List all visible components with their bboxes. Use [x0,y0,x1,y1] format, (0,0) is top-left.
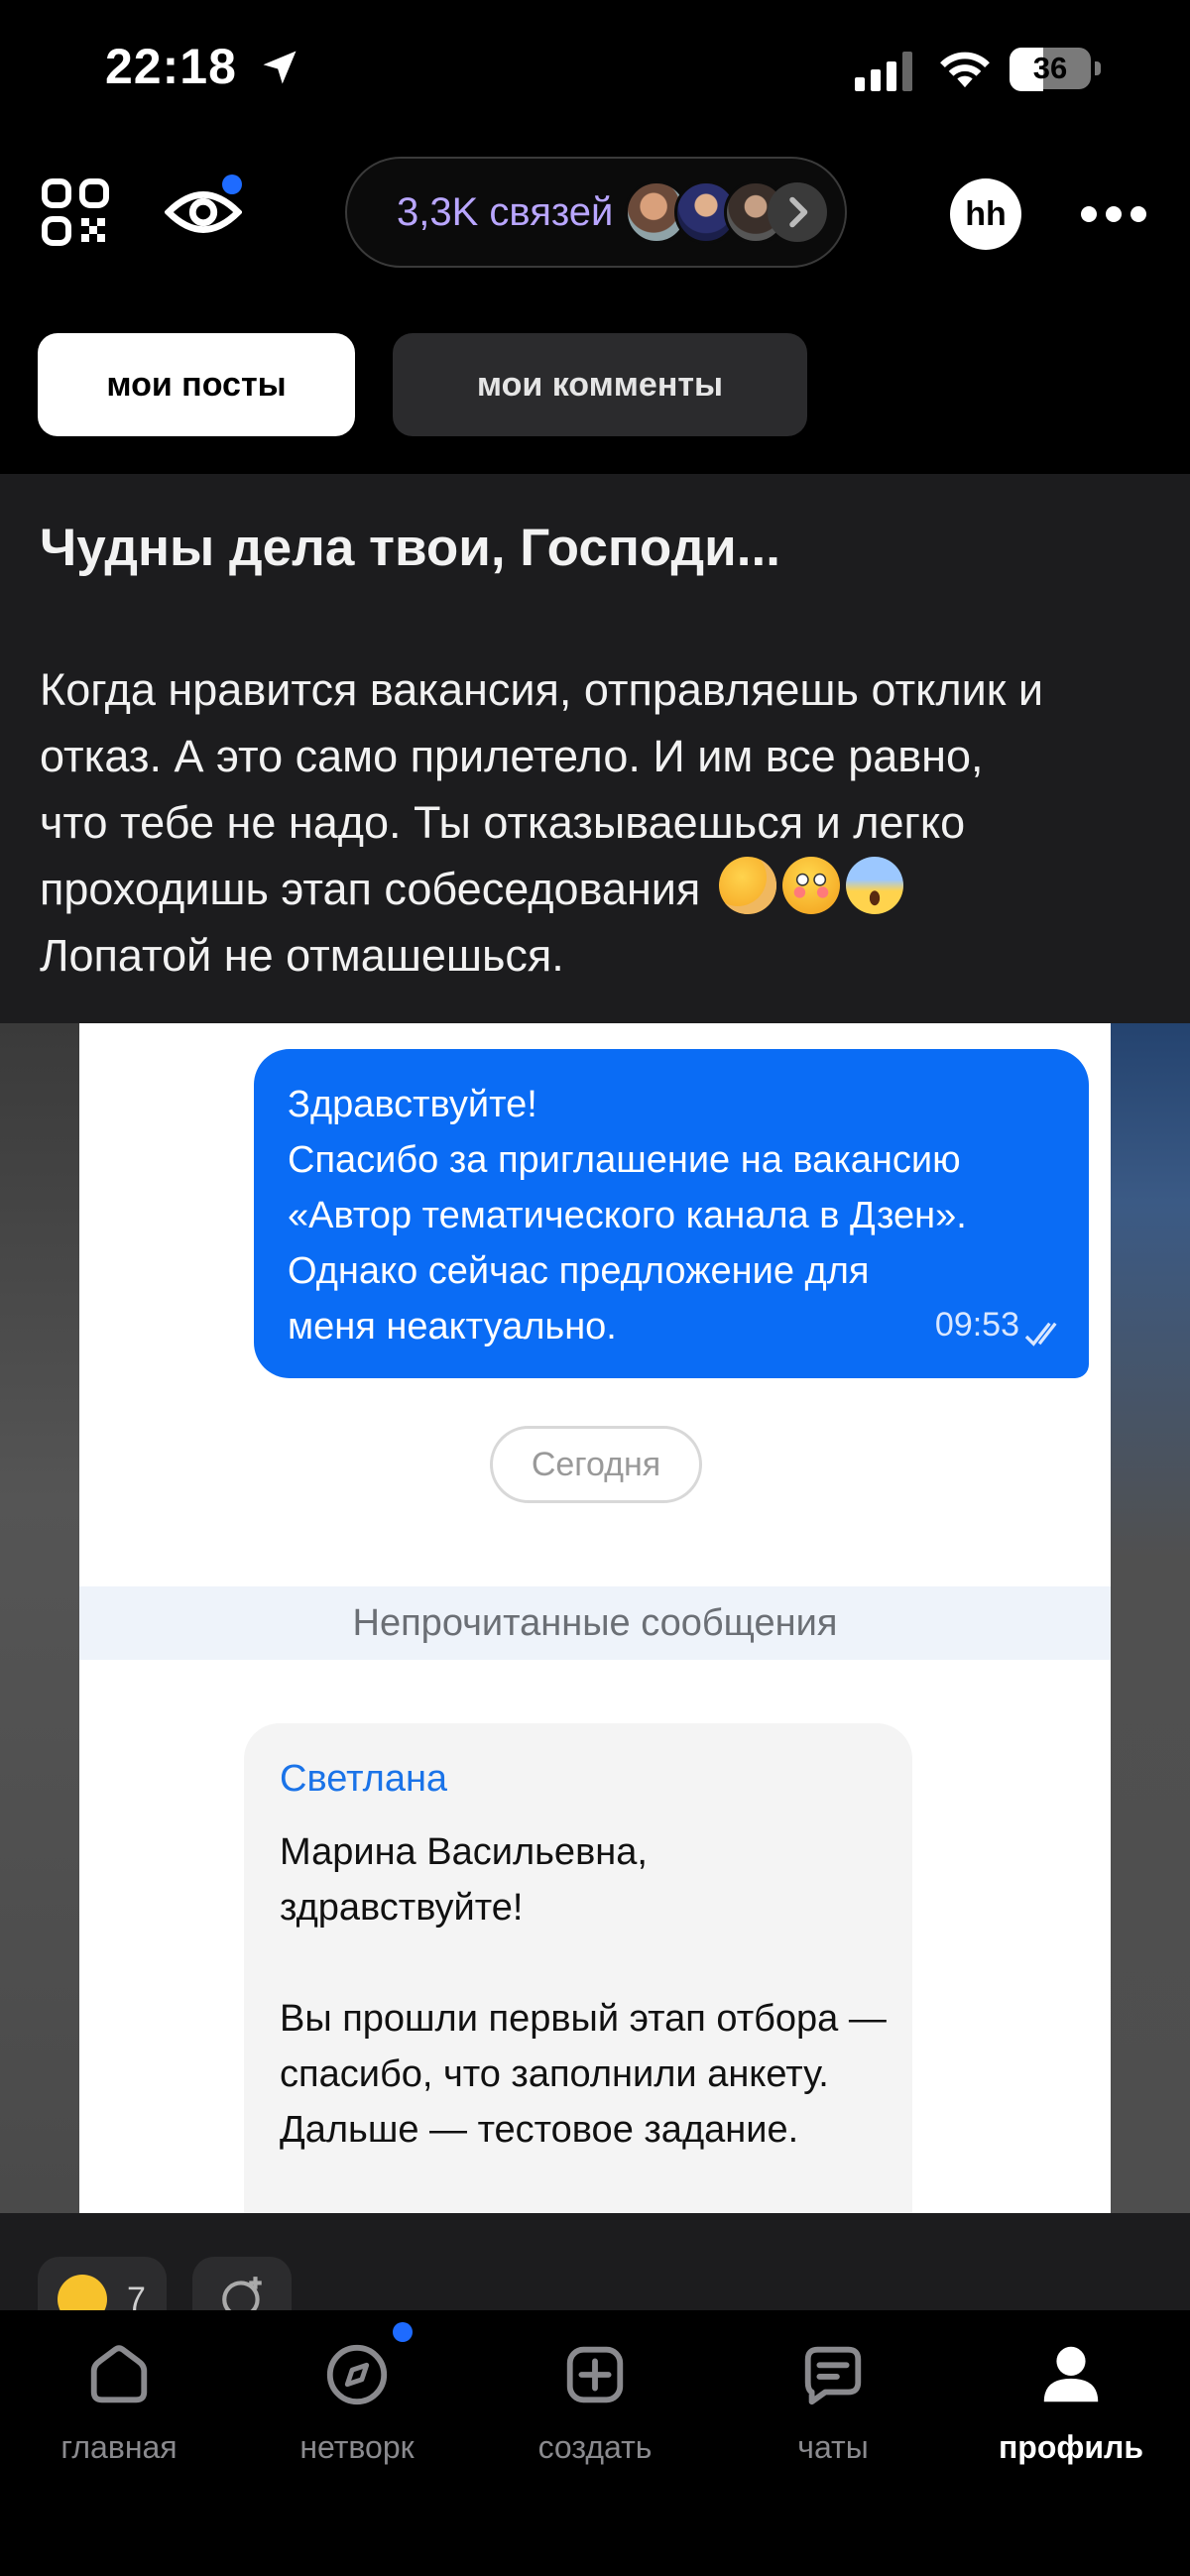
connections-button[interactable]: 3,3K связей [345,157,847,268]
home-icon [90,2345,148,2403]
network-badge-dot [393,2322,413,2342]
battery-icon: 36 [1010,48,1103,91]
battery-level: 36 [1032,51,1068,85]
profile-badge[interactable]: hh [950,178,1021,250]
cellular-signal-icon [855,52,912,91]
reactions-row [0,2213,1190,2312]
status-time: 22:18 [105,39,237,94]
nav-label: чаты [797,2429,869,2465]
more-options-icon[interactable] [1081,204,1146,224]
message-line: Вы прошли первый этап отбора — [280,1998,887,2040]
post-image[interactable]: Здравствуйте! Спасибо за приглашение на … [79,1023,1111,2213]
message-sender: Светлана [280,1758,448,1800]
profile-icon [1043,2346,1099,2402]
post-line: что тебе не надо. Ты отказываешься и лег… [40,797,966,848]
post-line: Когда нравится вакансия, отправляешь отк… [40,664,1044,715]
post-line: проходишь этап собеседования [40,856,1160,922]
nav-label: нетворк [299,2429,415,2465]
screaming-face-icon [845,857,903,914]
post-line-text: проходишь этап собеседования [40,864,701,914]
bottom-navigation: главная нетворк создать чаты профиль [0,2310,1190,2576]
tab-my-posts[interactable]: мои посты [38,333,355,436]
notification-dot [222,175,242,194]
message-line: «Автор тематического канала в Дзен». [288,1195,967,1236]
nav-network[interactable]: нетворк [238,2340,476,2466]
image-blur-right [1111,1023,1190,2213]
face-with-hand-over-mouth-icon [718,857,776,914]
nav-label: создать [537,2429,653,2465]
post-body: Когда нравится вакансия, отправляешь отк… [40,656,1160,989]
unread-divider: Непрочитанные сообщения [79,1586,1111,1660]
outgoing-message: Здравствуйте! Спасибо за приглашение на … [254,1049,1089,1378]
flushed-face-icon [781,857,840,914]
post-line: отказ. А это само прилетело. И им все ра… [40,731,984,781]
message-line: спасибо, что заполнили анкету. [280,2053,829,2095]
post-title: Чудны дела твои, Господи... [40,519,780,577]
incoming-message: Светлана Марина Васильевна, здравствуйте… [244,1723,912,2213]
double-check-icon [1024,1322,1057,1347]
qr-code-icon[interactable] [42,178,109,246]
message-line: здравствуйте! [280,1887,524,1929]
nav-home[interactable]: главная [0,2340,238,2466]
wifi-icon [940,52,990,88]
message-line: Марина Васильевна, [280,1831,648,1873]
chevron-right-icon [768,182,827,242]
nav-label: главная [60,2429,178,2465]
message-line: Однако сейчас предложение для [288,1250,870,1292]
plus-square-icon [566,2346,624,2403]
nav-create[interactable]: создать [476,2340,714,2466]
connections-label: 3,3K связей [397,190,614,234]
message-line: Спасибо за приглашение на вакансию [288,1139,961,1181]
location-arrow-icon [263,51,297,84]
image-blur-left [0,1023,79,2213]
message-time: 09:53 [934,1306,1019,1344]
compass-icon [326,2344,388,2405]
date-pill: Сегодня [490,1426,702,1503]
nav-label: профиль [998,2429,1144,2465]
message-line: Дальше — тестовое задание. [280,2109,799,2151]
nav-chats[interactable]: чаты [714,2340,952,2466]
tab-my-comments[interactable]: мои комменты [393,333,807,436]
nav-profile[interactable]: профиль [952,2340,1190,2466]
message-line: Здравствуйте! [288,1084,537,1125]
post-line: Лопатой не отмашешься. [40,930,564,981]
chat-icon [804,2346,862,2405]
